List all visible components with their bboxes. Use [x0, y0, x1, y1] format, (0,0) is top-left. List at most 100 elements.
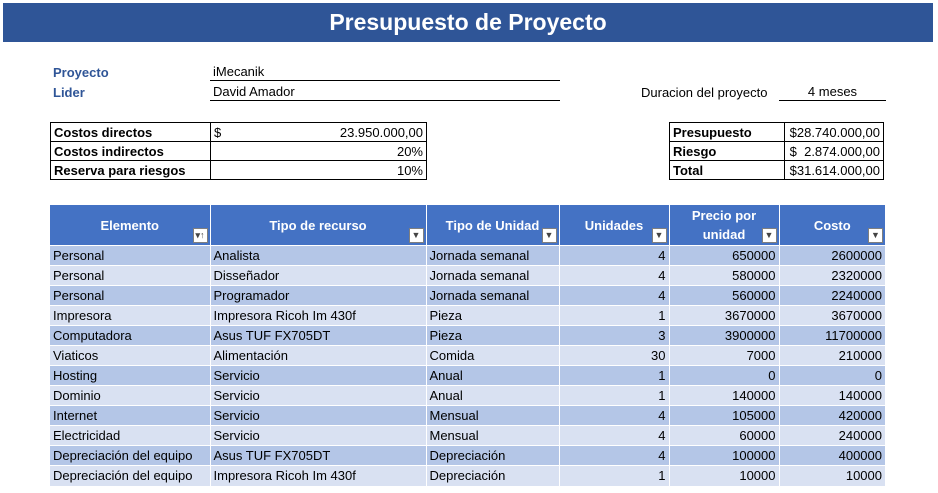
elemento-cell[interactable]: Computadora	[50, 325, 211, 346]
costs-row-indirectos: Costos indirectos 20%	[50, 141, 427, 161]
tipo-unidad-cell[interactable]: Depreciación	[426, 445, 560, 466]
unidades-cell[interactable]: 4	[559, 245, 670, 266]
directos-value-cell[interactable]: $ 23.950.000,00	[210, 122, 427, 142]
unidades-cell[interactable]: 1	[559, 385, 670, 406]
total-label: Total	[669, 160, 785, 180]
precio-unidad-cell[interactable]: 650000	[669, 245, 780, 266]
precio-unidad-cell[interactable]: 140000	[669, 385, 780, 406]
tipo-recurso-cell[interactable]: Servicio	[210, 425, 427, 446]
unidades-cell[interactable]: 1	[559, 305, 670, 326]
tipo-unidad-cell[interactable]: Comida	[426, 345, 560, 366]
tipo-recurso-cell[interactable]: Impresora Ricoh Im 430f	[210, 305, 427, 326]
costo-cell[interactable]: 240000	[779, 425, 885, 446]
costo-cell[interactable]: 3670000	[779, 305, 885, 326]
elemento-cell[interactable]: Electricidad	[50, 425, 211, 446]
riesgo-value-cell[interactable]: $ 2.874.000,00	[784, 141, 884, 161]
costo-cell[interactable]: 10000	[779, 465, 885, 486]
costo-cell[interactable]: 210000	[779, 345, 885, 366]
costo-cell[interactable]: 2240000	[779, 285, 885, 306]
costo-cell[interactable]: 400000	[779, 445, 885, 466]
precio-unidad-cell[interactable]: 0	[669, 365, 780, 386]
tipo-unidad-cell[interactable]: Mensual	[426, 425, 560, 446]
precio-unidad-cell[interactable]: 580000	[669, 265, 780, 286]
elemento-cell[interactable]: Personal	[50, 265, 211, 286]
costo-cell[interactable]: 0	[779, 365, 885, 386]
elemento-cell[interactable]: Impresora	[50, 305, 211, 326]
precio-unidad-cell[interactable]: 100000	[669, 445, 780, 466]
tipo-recurso-cell[interactable]: Disseñador	[210, 265, 427, 286]
dropdown-arrow-icon[interactable]: ▼	[761, 228, 777, 243]
unidades-cell[interactable]: 4	[559, 285, 670, 306]
unidades-cell[interactable]: 30	[559, 345, 670, 366]
tipo-unidad-cell[interactable]: Anual	[426, 385, 560, 406]
costo-cell[interactable]: 420000	[779, 405, 885, 426]
elemento-cell[interactable]: Hosting	[50, 365, 211, 386]
duracion-value-cell[interactable]: 4 meses	[779, 84, 886, 101]
dropdown-arrow-icon[interactable]: ▼	[651, 228, 667, 243]
precio-unidad-cell[interactable]: 60000	[669, 425, 780, 446]
unidades-cell[interactable]: 3	[559, 325, 670, 346]
budget-table-header-row: Elemento ▾↑ Tipo de recurso ▼ Tipo de Unid…	[50, 205, 885, 246]
precio-unidad-cell[interactable]: 105000	[669, 405, 780, 426]
costo-cell[interactable]: 140000	[779, 385, 885, 406]
tipo-recurso-cell[interactable]: Asus TUF FX705DT	[210, 325, 427, 346]
elemento-cell[interactable]: Personal	[50, 285, 211, 306]
table-row: Hosting Servicio Anual 1 0 0	[50, 365, 885, 386]
unidades-cell[interactable]: 4	[559, 265, 670, 286]
precio-unidad-cell[interactable]: 10000	[669, 465, 780, 486]
proyecto-value-cell[interactable]: iMecanik	[210, 64, 560, 81]
tipo-recurso-cell[interactable]: Impresora Ricoh Im 430f	[210, 465, 427, 486]
tipo-recurso-cell[interactable]: Servicio	[210, 385, 427, 406]
total-value-cell[interactable]: $31.614.000,00	[784, 160, 884, 180]
budget-table-body: Personal Analista Jornada semanal 4 650000 26…	[50, 245, 885, 486]
precio-unidad-cell[interactable]: 3900000	[669, 325, 780, 346]
tipo-recurso-cell[interactable]: Programador	[210, 285, 427, 306]
header-elemento: Elemento ▾↑	[50, 205, 211, 246]
header-costo: Costo ▼	[779, 205, 885, 246]
unidades-cell[interactable]: 1	[559, 465, 670, 486]
tipo-unidad-cell[interactable]: Pieza	[426, 325, 560, 346]
unidades-cell[interactable]: 4	[559, 445, 670, 466]
precio-unidad-cell[interactable]: 560000	[669, 285, 780, 306]
tipo-recurso-cell[interactable]: Analista	[210, 245, 427, 266]
indirectos-value-cell[interactable]: 20%	[210, 141, 427, 161]
elemento-cell[interactable]: Personal	[50, 245, 211, 266]
tipo-recurso-cell[interactable]: Servicio	[210, 365, 427, 386]
elemento-cell[interactable]: Viaticos	[50, 345, 211, 366]
table-row: Personal Analista Jornada semanal 4 650000 26…	[50, 245, 885, 266]
unidades-cell[interactable]: 4	[559, 405, 670, 426]
tipo-recurso-cell[interactable]: Alimentación	[210, 345, 427, 366]
presupuesto-value-cell[interactable]: $28.740.000,00	[784, 122, 884, 142]
reserva-label: Reserva para riesgos	[50, 160, 211, 180]
tipo-unidad-cell[interactable]: Anual	[426, 365, 560, 386]
tipo-unidad-cell[interactable]: Depreciación	[426, 465, 560, 486]
table-row: Depreciación del equipo Asus TUF FX705DT D…	[50, 445, 885, 466]
dropdown-arrow-icon[interactable]: ▼	[541, 228, 557, 243]
precio-unidad-cell[interactable]: 3670000	[669, 305, 780, 326]
tipo-unidad-cell[interactable]: Jornada semanal	[426, 285, 560, 306]
dropdown-arrow-icon[interactable]: ▼	[408, 228, 424, 243]
costo-cell[interactable]: 2320000	[779, 265, 885, 286]
table-row: Impresora Impresora Ricoh Im 430f Pieza 1 36…	[50, 305, 885, 326]
tipo-unidad-cell[interactable]: Jornada semanal	[426, 265, 560, 286]
costo-cell[interactable]: 11700000	[779, 325, 885, 346]
costo-cell[interactable]: 2600000	[779, 245, 885, 266]
tipo-unidad-cell[interactable]: Pieza	[426, 305, 560, 326]
tipo-recurso-cell[interactable]: Servicio	[210, 405, 427, 426]
lider-value-cell[interactable]: David Amador	[210, 84, 560, 101]
sort-filter-icon[interactable]: ▾↑	[192, 228, 208, 243]
elemento-cell[interactable]: Depreciación del equipo	[50, 465, 211, 486]
directos-label: Costos directos	[50, 122, 211, 142]
unidades-cell[interactable]: 1	[559, 365, 670, 386]
tipo-unidad-cell[interactable]: Jornada semanal	[426, 245, 560, 266]
precio-unidad-cell[interactable]: 7000	[669, 345, 780, 366]
unidades-cell[interactable]: 4	[559, 425, 670, 446]
tipo-recurso-cell[interactable]: Asus TUF FX705DT	[210, 445, 427, 466]
elemento-cell[interactable]: Depreciación del equipo	[50, 445, 211, 466]
elemento-cell[interactable]: Internet	[50, 405, 211, 426]
budget-table: Elemento ▾↑ Tipo de recurso ▼ Tipo de Unid…	[50, 205, 885, 486]
elemento-cell[interactable]: Dominio	[50, 385, 211, 406]
reserva-value-cell[interactable]: 10%	[210, 160, 427, 180]
tipo-unidad-cell[interactable]: Mensual	[426, 405, 560, 426]
dropdown-arrow-icon[interactable]: ▼	[868, 228, 883, 243]
